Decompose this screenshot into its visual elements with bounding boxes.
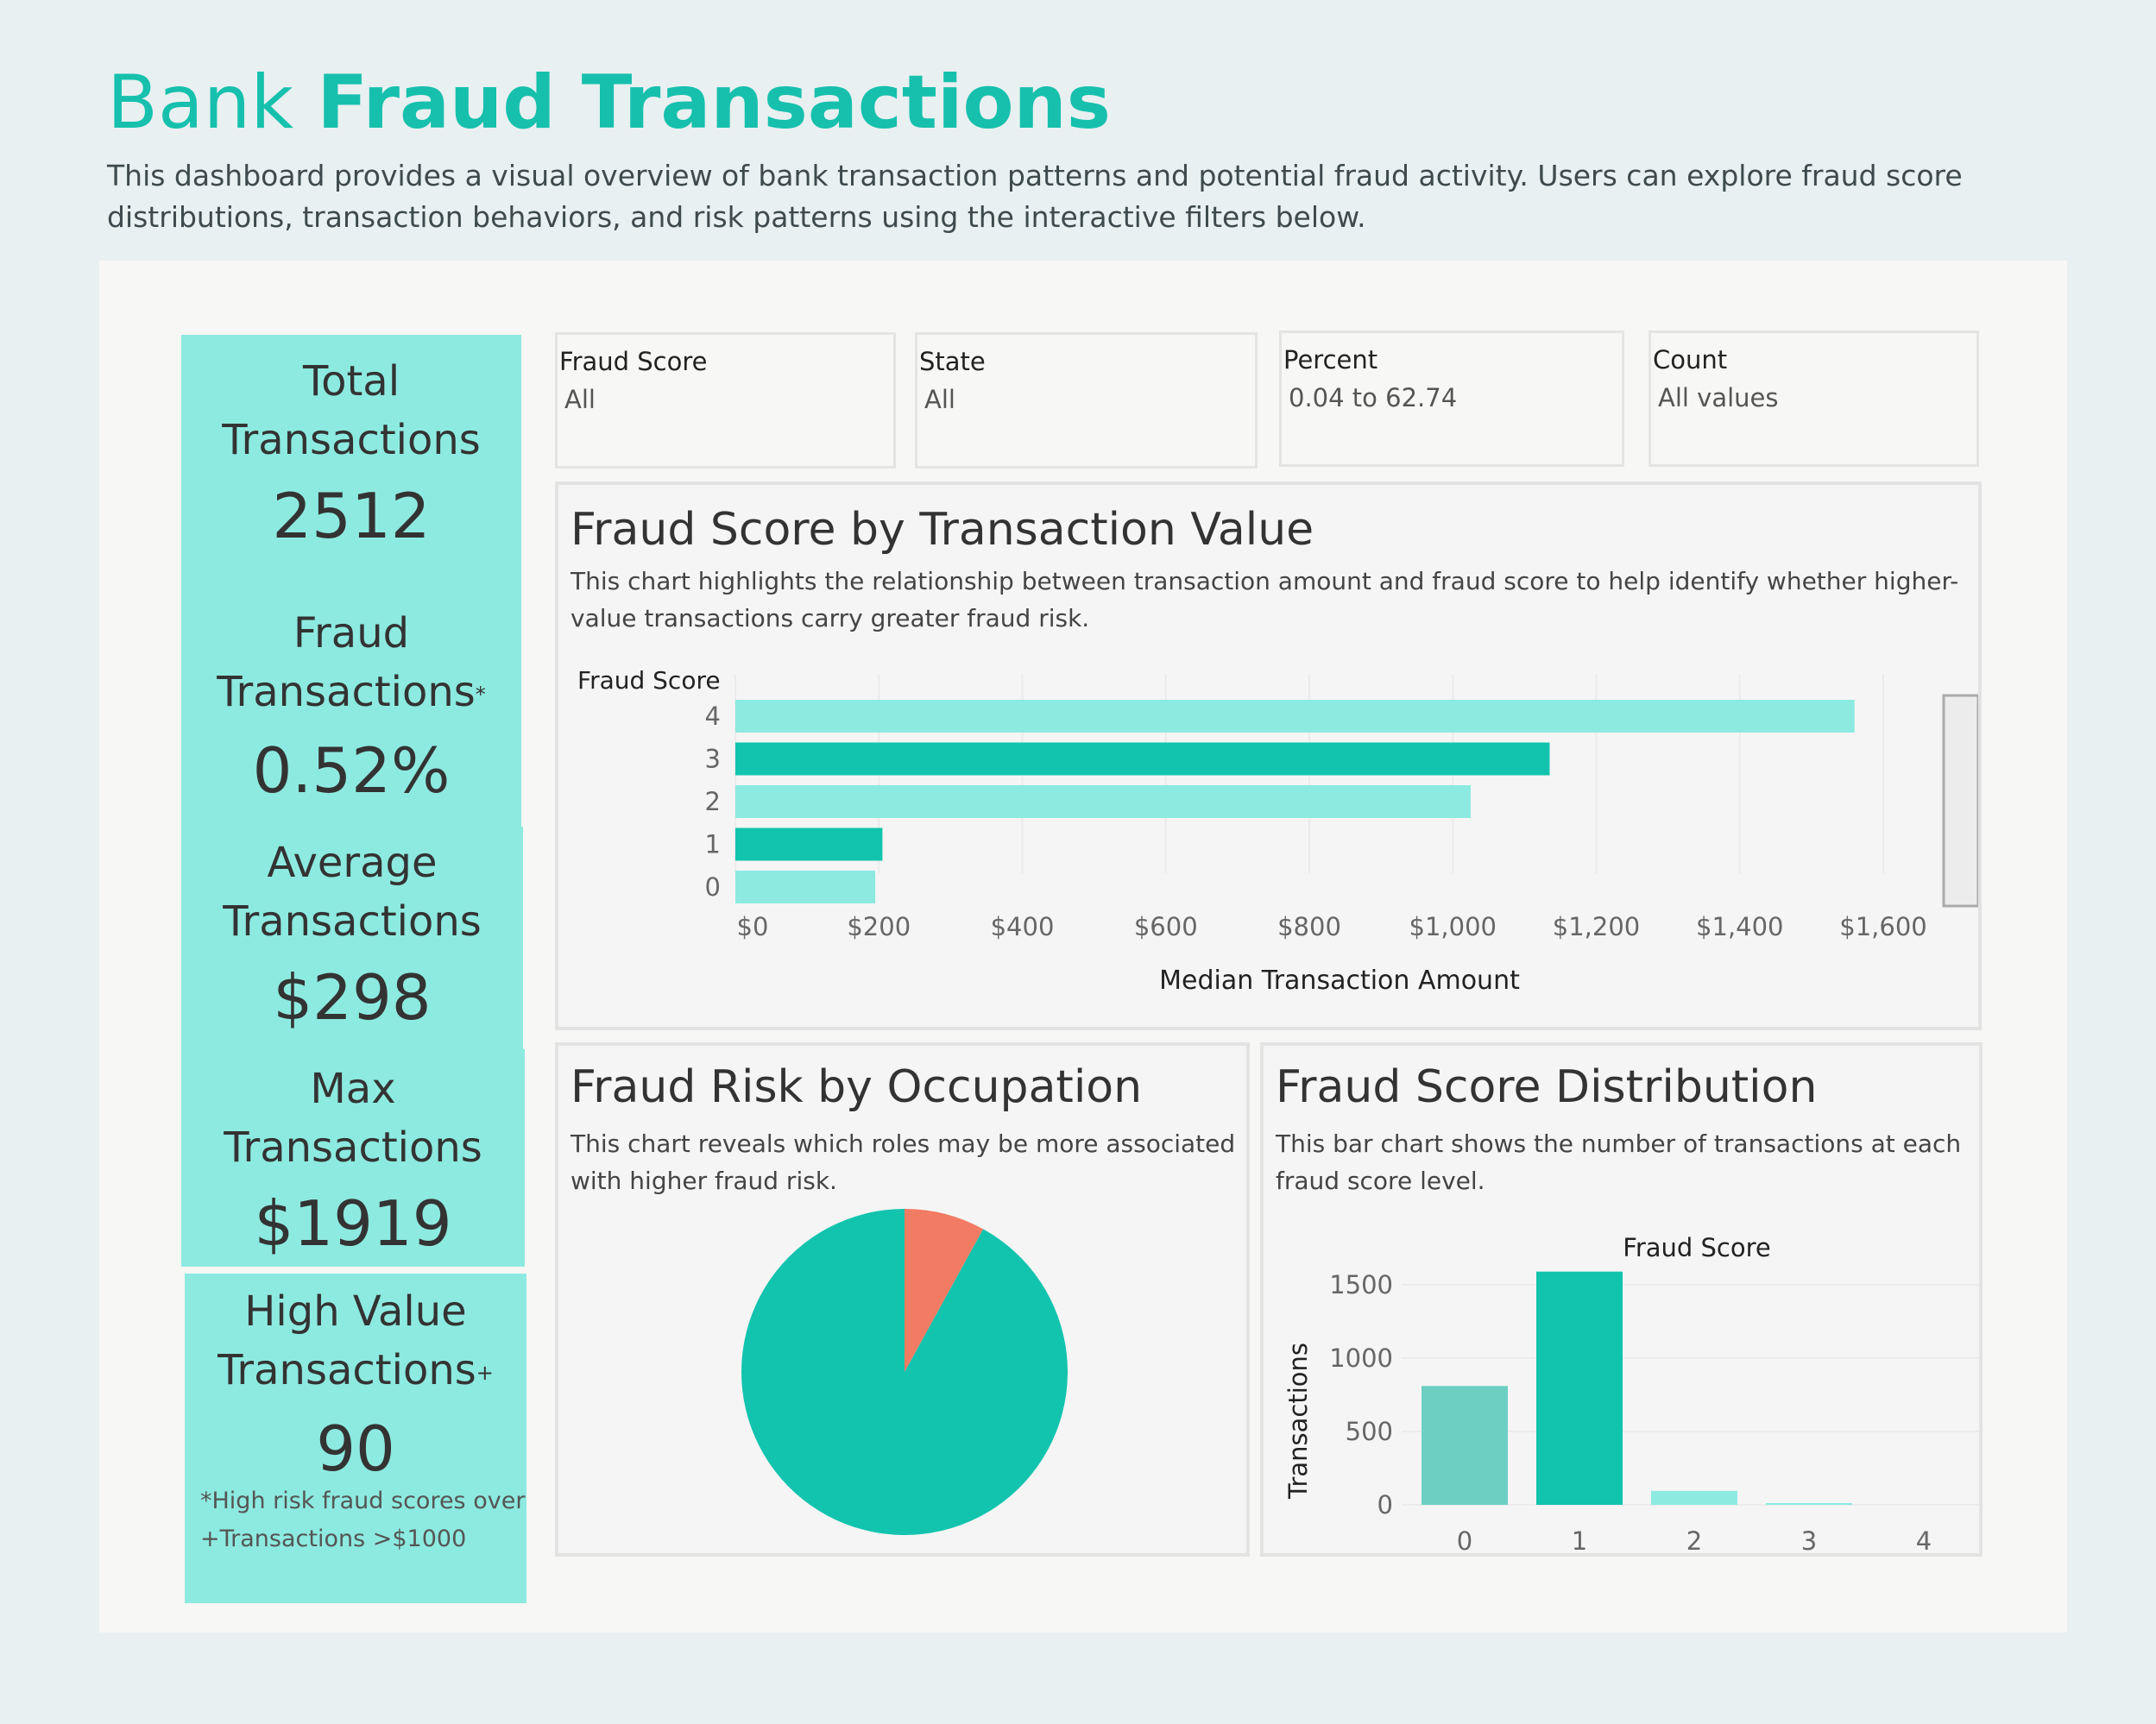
filter-label: Count bbox=[1653, 345, 1728, 374]
y-tick-label: 1500 bbox=[1329, 1270, 1393, 1299]
hbar-chart: Fraud Score 4 3 2 1 0 $0 $200 $400 $600 $800 $1,000… bbox=[577, 666, 1978, 996]
kpi-value: $1919 bbox=[254, 1187, 452, 1260]
x-axis-title: Median Transaction Amount bbox=[1159, 966, 1520, 996]
kpi-label: Transactions* bbox=[217, 668, 486, 716]
x-tick-label: 4 bbox=[1916, 1526, 1932, 1553]
pie-chart[interactable] bbox=[558, 1208, 1246, 1553]
bar bbox=[735, 742, 1550, 776]
card-fraud-risk-by-occupation: Fraud Risk by Occupation This chart reve… bbox=[555, 1042, 1250, 1557]
x-tick-label: 1 bbox=[1572, 1526, 1587, 1553]
kpi-label: Transactions bbox=[223, 897, 482, 946]
bar bbox=[1766, 1503, 1852, 1505]
kpi-value: 0.52% bbox=[252, 734, 451, 807]
x-tick-label: $1,400 bbox=[1696, 912, 1783, 941]
title-light: Bank bbox=[107, 60, 294, 146]
x-tick-label: $800 bbox=[1277, 912, 1341, 941]
y-axis-title: Transactions bbox=[1283, 1343, 1313, 1500]
vbar-chart: Fraud Score 0 500 1000 1500 Transactions 0 1 2 3 4 bbox=[1283, 1233, 1979, 1553]
y-tick-label: 1 bbox=[705, 830, 721, 859]
bar bbox=[1536, 1271, 1623, 1505]
kpi-fraud-transactions: Fraud Transactions* 0.52% bbox=[181, 595, 521, 828]
x-tick-label: $200 bbox=[847, 912, 911, 941]
y-tick-label: 0 bbox=[1377, 1490, 1393, 1520]
kpi-label: Transactions bbox=[224, 1123, 482, 1172]
x-tick-label: 0 bbox=[1457, 1526, 1472, 1553]
chart-title: Fraud Score by Transaction Value bbox=[571, 504, 1314, 556]
chart-description: This bar chart shows the number of trans… bbox=[1276, 1129, 1962, 1195]
kpi-value: $298 bbox=[273, 961, 432, 1034]
y-tick-label: 4 bbox=[705, 702, 721, 731]
filter-count[interactable]: Count All values bbox=[1649, 330, 1979, 467]
kpi-value: 90 bbox=[316, 1413, 395, 1485]
filter-percent[interactable]: Percent 0.04 to 62.74 bbox=[1279, 330, 1624, 467]
bar bbox=[735, 871, 876, 903]
kpi-label: Transactions bbox=[222, 416, 481, 464]
y-tick-label: 0 bbox=[705, 872, 721, 902]
filter-fraud-score[interactable]: Fraud Score All bbox=[555, 332, 896, 469]
kpi-label: Total bbox=[302, 357, 400, 406]
y-tick-label: 3 bbox=[705, 745, 721, 774]
bar bbox=[1422, 1386, 1508, 1505]
x-tick-label: $0 bbox=[737, 912, 769, 941]
y-tick-label: 500 bbox=[1346, 1417, 1393, 1446]
kpi-footnote: *High risk fraud scores over 2 +Transact… bbox=[200, 1488, 526, 1552]
bar bbox=[735, 785, 1472, 818]
y-tick-label: 2 bbox=[705, 787, 721, 816]
filter-value[interactable]: 0.04 to 62.74 bbox=[1289, 383, 1457, 412]
x-tick-label: $400 bbox=[991, 912, 1055, 941]
card-fraud-score-distribution: Fraud Score Distribution This bar chart … bbox=[1260, 1042, 1983, 1557]
kpi-label: Transactions+ bbox=[217, 1346, 494, 1394]
scrollbar[interactable] bbox=[1942, 694, 1978, 908]
filter-state[interactable]: State All bbox=[915, 332, 1258, 469]
y-axis-title: Fraud Score bbox=[577, 666, 721, 695]
dashboard-description: This dashboard provides a visual overvie… bbox=[107, 159, 1963, 234]
kpi-max-transactions: Max Transactions $1919 bbox=[181, 1049, 525, 1267]
kpi-high-value-transactions: High Value Transactions+ 90 *High risk f… bbox=[185, 1274, 526, 1603]
card-fraud-score-by-value: Fraud Score by Transaction Value This ch… bbox=[555, 481, 1982, 1030]
dashboard-title: Bank Fraud Transactions bbox=[107, 60, 1111, 146]
filter-label: State bbox=[919, 347, 986, 376]
x-tick-label: 3 bbox=[1801, 1526, 1817, 1553]
filter-label: Percent bbox=[1283, 345, 1378, 374]
kpi-label: Fraud bbox=[293, 609, 410, 658]
kpi-value: 2512 bbox=[272, 480, 431, 552]
kpi-average-transactions: Average Transactions $298 bbox=[181, 827, 523, 1049]
bar bbox=[735, 700, 1855, 733]
x-tick-label: $1,200 bbox=[1553, 912, 1640, 941]
chart-title: Fraud Score Distribution bbox=[1276, 1061, 1818, 1113]
chart-description: This chart highlights the relationship b… bbox=[571, 567, 1959, 632]
bar bbox=[735, 827, 883, 861]
kpi-label: Average bbox=[267, 839, 438, 887]
x-tick-label: $600 bbox=[1134, 912, 1198, 941]
bar bbox=[1651, 1490, 1737, 1505]
x-tick-label: $1,000 bbox=[1409, 912, 1497, 941]
filter-value[interactable]: All bbox=[924, 385, 955, 414]
y-tick-label: 1000 bbox=[1329, 1343, 1393, 1373]
x-tick-label: 2 bbox=[1686, 1526, 1702, 1553]
chart-axis-title: Fraud Score bbox=[1623, 1233, 1771, 1262]
chart-description: This chart reveals which roles may be mo… bbox=[571, 1129, 1236, 1195]
x-tick-label: $1,600 bbox=[1839, 912, 1926, 941]
kpi-label: High Value bbox=[244, 1287, 467, 1336]
kpi-label: Max bbox=[310, 1065, 396, 1113]
filter-value[interactable]: All values bbox=[1658, 383, 1779, 412]
chart-title: Fraud Risk by Occupation bbox=[571, 1061, 1143, 1113]
filter-label: Fraud Score bbox=[559, 347, 708, 376]
title-bold: Fraud Transactions bbox=[317, 60, 1111, 146]
filter-value[interactable]: All bbox=[564, 385, 596, 414]
